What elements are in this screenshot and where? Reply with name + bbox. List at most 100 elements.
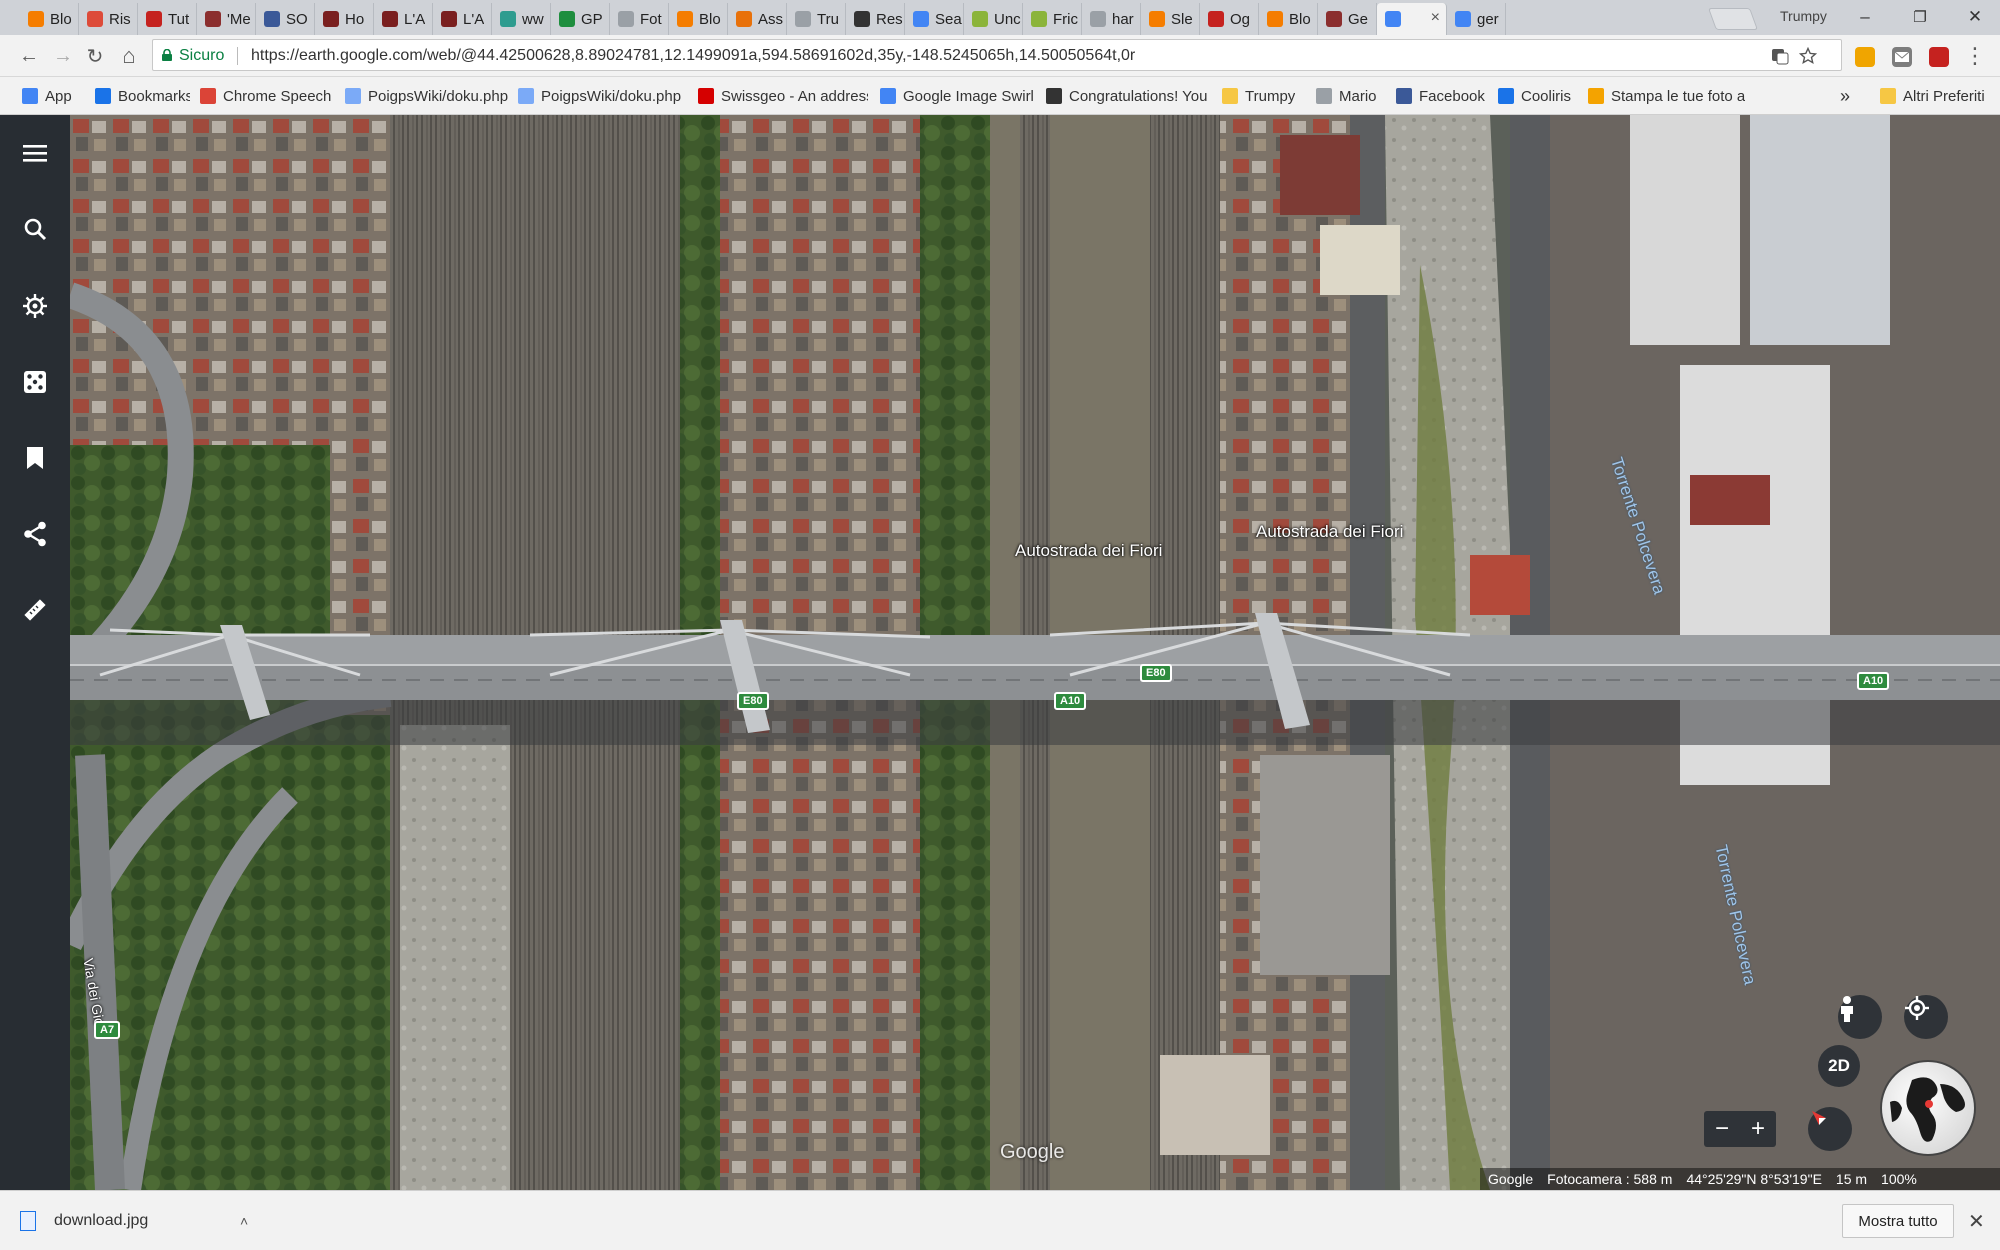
toggle-2d-button[interactable]: 2D	[1818, 1045, 1860, 1087]
g-icon	[559, 11, 575, 27]
tab-label: har	[1112, 10, 1134, 28]
tab-21[interactable]: Blo	[1259, 3, 1318, 35]
compass-icon[interactable]	[1808, 1107, 1852, 1151]
back-button[interactable]: ←	[16, 43, 42, 69]
tab-23[interactable]: ×	[1377, 3, 1447, 35]
tab-2[interactable]: Tut	[138, 3, 197, 35]
my-places-bookmark-icon[interactable]	[15, 438, 55, 478]
route-shield-a10: A10	[1054, 692, 1087, 710]
bookmark-11[interactable]: Cooliris	[1498, 86, 1571, 106]
tab-0[interactable]: Blo	[20, 3, 79, 35]
wiki-icon	[345, 88, 361, 104]
translate-icon[interactable]	[1771, 47, 1789, 65]
address-bar[interactable]: Sicuro https://earth.google.com/web/@44.…	[152, 39, 1842, 71]
extension-mail-icon[interactable]	[1892, 47, 1912, 67]
other-bookmarks[interactable]: Altri Preferiti	[1880, 86, 1985, 106]
tab-7[interactable]: L'A	[433, 3, 492, 35]
tab-15[interactable]: Sea	[905, 3, 964, 35]
bookmark-5[interactable]: Swissgeo - An address	[698, 86, 868, 106]
zoom-out-button[interactable]: −	[1704, 1111, 1740, 1147]
tab-22[interactable]: Ge	[1318, 3, 1377, 35]
menu-hamburger-icon[interactable]	[15, 133, 55, 173]
reload-button[interactable]: ↻	[82, 43, 108, 69]
tab-24[interactable]: ger	[1447, 3, 1506, 35]
download-options-chevron-icon[interactable]: ˄	[240, 1213, 248, 1229]
tab-3[interactable]: 'Me	[197, 3, 256, 35]
bookmark-4[interactable]: PoigpsWiki/doku.php	[518, 86, 681, 106]
earth-map-view[interactable]: Autostrada dei Fiori Autostrada dei Fior…	[70, 115, 2000, 1190]
tab-14[interactable]: Res	[846, 3, 905, 35]
attribution-label[interactable]: Google	[1488, 1171, 1533, 1187]
tab-label: Unc	[994, 10, 1021, 28]
zoom-in-button[interactable]: +	[1740, 1111, 1776, 1147]
map-status-bar: Google Fotocamera : 588 m 44°25'29"N 8°5…	[1480, 1168, 2000, 1190]
menu-icon[interactable]: ⋮	[1962, 43, 1988, 69]
my-location-icon[interactable]	[1904, 995, 1948, 1039]
tab-4[interactable]: SO	[256, 3, 315, 35]
bookmarks-overflow-button[interactable]: »	[1840, 86, 1850, 106]
facebook-icon	[264, 11, 280, 27]
blogger-icon	[1149, 11, 1165, 27]
bookmark-6[interactable]: Google Image Swirl	[880, 86, 1034, 106]
tab-19[interactable]: Sle	[1141, 3, 1200, 35]
extension-palette-icon[interactable]	[1855, 47, 1875, 67]
feeling-lucky-dice-icon[interactable]	[15, 362, 55, 402]
forward-button[interactable]: →	[50, 43, 76, 69]
tab-12[interactable]: Ass	[728, 3, 787, 35]
fc-icon	[1208, 11, 1224, 27]
measure-ruler-icon[interactable]	[15, 590, 55, 630]
bookmark-label: Bookmarks	[118, 87, 190, 105]
bookmark-10[interactable]: Facebook	[1396, 86, 1485, 106]
tab-6[interactable]: L'A	[374, 3, 433, 35]
globe-overview-icon[interactable]	[1880, 1060, 1976, 1156]
bookmark-label: Congratulations! You	[1069, 87, 1208, 105]
voyager-icon[interactable]	[15, 286, 55, 326]
bookmark-1[interactable]: Bookmarks	[95, 86, 190, 106]
bookmark-9[interactable]: Mario	[1316, 86, 1377, 106]
bookmark-7[interactable]: Congratulations! You	[1046, 86, 1207, 106]
tab-label: Blo	[50, 10, 72, 28]
show-all-downloads-button[interactable]: Mostra tutto	[1842, 1204, 1954, 1238]
extension-pocket-icon[interactable]	[1929, 47, 1949, 67]
bookmark-8[interactable]: Trumpy	[1222, 86, 1295, 106]
bookmark-star-icon[interactable]	[1799, 47, 1817, 65]
share-icon[interactable]	[15, 514, 55, 554]
bookmark-3[interactable]: PoigpsWiki/doku.php	[345, 86, 508, 106]
earth-icon	[1385, 11, 1401, 27]
tab-17[interactable]: Fric	[1023, 3, 1082, 35]
tab-20[interactable]: Og	[1200, 3, 1259, 35]
circle-icon	[1031, 11, 1047, 27]
ir-icon	[854, 11, 870, 27]
tab-9[interactable]: GP	[551, 3, 610, 35]
new-tab-button[interactable]	[1707, 8, 1759, 30]
street-view-pegman-icon[interactable]	[1838, 995, 1882, 1039]
tab-11[interactable]: Blo	[669, 3, 728, 35]
close-shelf-button[interactable]: ✕	[1968, 1209, 1985, 1234]
tab-18[interactable]: har	[1082, 3, 1141, 35]
bookmark-0[interactable]: App	[22, 86, 72, 106]
bookmark-2[interactable]: Chrome Speech	[200, 86, 331, 106]
minimize-button[interactable]: –	[1845, 4, 1885, 30]
road-label-autostrada-1: Autostrada dei Fiori	[1015, 541, 1163, 560]
folder-icon	[1880, 88, 1896, 104]
profile-name[interactable]: Trumpy	[1780, 8, 1827, 24]
bookmark-12[interactable]: Stampa le tue foto a	[1588, 86, 1745, 106]
tab-label: Blo	[1289, 10, 1311, 28]
tab-8[interactable]: ww	[492, 3, 551, 35]
home-button[interactable]: ⌂	[116, 43, 142, 69]
tab-label: L'A	[404, 10, 426, 28]
tab-close-icon[interactable]: ×	[1431, 9, 1440, 27]
close-window-button[interactable]: ✕	[1955, 4, 1995, 30]
tab-13[interactable]: Tru	[787, 3, 846, 35]
maximize-button[interactable]: ❐	[1900, 4, 1940, 30]
tab-10[interactable]: Fot	[610, 3, 669, 35]
tab-label: Sle	[1171, 10, 1193, 28]
tab-1[interactable]: Ris	[79, 3, 138, 35]
download-item[interactable]: download.jpg	[20, 1201, 265, 1241]
tab-16[interactable]: Unc	[964, 3, 1023, 35]
search-icon[interactable]	[15, 209, 55, 249]
circle-icon	[972, 11, 988, 27]
route-shield-a10-2: A10	[1857, 672, 1890, 690]
url-text[interactable]: https://earth.google.com/web/@44.4250062…	[251, 47, 1135, 65]
tab-5[interactable]: Ho	[315, 3, 374, 35]
